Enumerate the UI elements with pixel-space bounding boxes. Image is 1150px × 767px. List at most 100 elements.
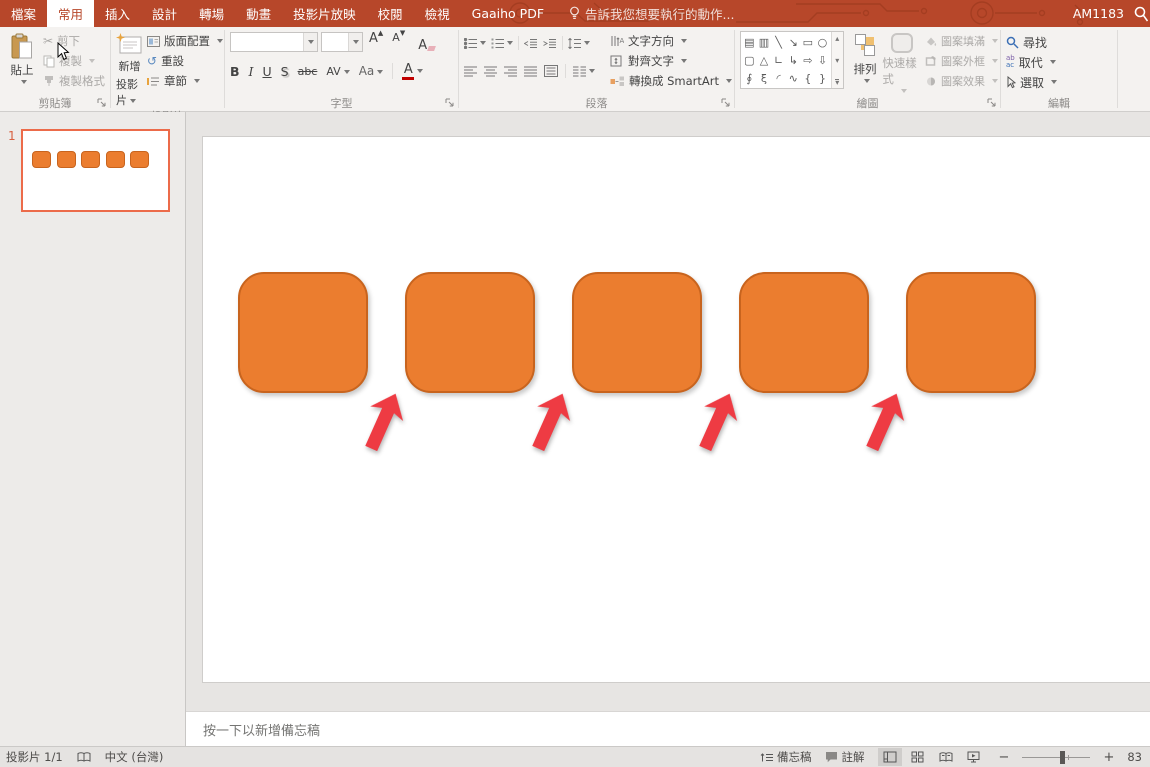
slide-shape-red-arrow[interactable] xyxy=(688,386,746,457)
tab-animations[interactable]: 動畫 xyxy=(235,0,282,27)
slide-indicator[interactable]: 投影片 1/1 xyxy=(6,749,63,765)
new-slide-dropdown[interactable] xyxy=(130,99,136,103)
zoom-slider[interactable] xyxy=(1022,751,1090,764)
align-center-icon[interactable] xyxy=(484,66,497,77)
section-dropdown[interactable] xyxy=(194,79,200,83)
clear-formatting-button[interactable]: A xyxy=(415,31,438,53)
tab-gaaiho-pdf[interactable]: Gaaiho PDF xyxy=(461,0,555,27)
shape-line-icon[interactable]: ╲ xyxy=(775,36,782,49)
slide-shape-red-arrow[interactable] xyxy=(354,386,412,457)
convert-smartart-button[interactable]: 轉換成 SmartArt xyxy=(610,71,732,91)
shape-right-brace-icon[interactable]: } xyxy=(819,72,826,85)
quick-styles-dropdown[interactable] xyxy=(901,89,907,93)
layout-button[interactable]: 版面配置 xyxy=(147,31,223,51)
arrange-button[interactable]: 排列 xyxy=(848,31,883,94)
underline-button[interactable]: U xyxy=(262,64,271,79)
gallery-scroll-down[interactable]: ▾ xyxy=(835,56,839,65)
layout-dropdown[interactable] xyxy=(217,39,223,43)
zoom-in-button[interactable]: + xyxy=(1103,751,1114,764)
char-spacing-button[interactable]: AV xyxy=(326,65,349,78)
align-text-button[interactable]: 對齊文字 xyxy=(610,51,732,71)
font-color-dropdown[interactable] xyxy=(417,69,423,73)
shape-outline-button[interactable]: 圖案外框 xyxy=(925,51,998,71)
shape-oval-icon[interactable]: ○ xyxy=(818,36,828,49)
font-size-combo[interactable] xyxy=(321,32,363,52)
convert-smartart-dropdown[interactable] xyxy=(726,79,732,83)
gallery-scroll-up[interactable]: ▴ xyxy=(835,34,839,43)
shape-triangle-icon[interactable]: △ xyxy=(760,54,768,67)
quick-styles-button[interactable]: 快速樣式 xyxy=(882,31,922,94)
bold-button[interactable]: B xyxy=(230,64,240,79)
decrease-indent-icon[interactable] xyxy=(524,38,538,49)
search-icon[interactable] xyxy=(1134,6,1148,22)
slide-shape-red-arrow[interactable] xyxy=(521,386,579,457)
arrange-dropdown[interactable] xyxy=(864,79,870,83)
font-name-dropdown[interactable] xyxy=(303,33,317,51)
shape-curve-icon[interactable]: ∿ xyxy=(789,72,798,85)
distribute-text-icon[interactable] xyxy=(544,65,558,77)
shape-textbox-icon[interactable]: ▤ xyxy=(744,36,754,49)
copy-button[interactable]: 複製 xyxy=(43,51,105,71)
strikethrough-button[interactable]: abc xyxy=(298,65,318,78)
grow-font-button[interactable]: A▲ xyxy=(366,31,386,53)
comments-button[interactable]: 註解 xyxy=(825,749,865,765)
shape-arrow-line-icon[interactable]: ↘ xyxy=(789,36,798,49)
italic-button[interactable]: I xyxy=(249,64,254,79)
line-spacing-dropdown[interactable] xyxy=(584,41,590,45)
select-dropdown[interactable] xyxy=(1051,80,1057,84)
font-dialog-launcher[interactable] xyxy=(445,98,455,108)
drawing-dialog-launcher[interactable] xyxy=(987,98,997,108)
section-button[interactable]: 章節 xyxy=(147,71,223,91)
reading-view-button[interactable] xyxy=(934,748,958,766)
language-button[interactable]: 中文 (台灣) xyxy=(105,749,164,765)
reset-button[interactable]: ↺ 重設 xyxy=(147,51,223,71)
tab-view[interactable]: 檢視 xyxy=(414,0,461,27)
slide-shape-rounded-square[interactable] xyxy=(906,272,1036,393)
shape-rectangle-icon[interactable]: ▭ xyxy=(803,36,813,49)
notes-toggle-button[interactable]: 備忘稿 xyxy=(760,749,812,765)
shape-down-arrow-icon[interactable]: ⇩ xyxy=(818,54,827,67)
tell-me-box[interactable]: 告訴我您想要執行的動作... xyxy=(569,0,734,27)
slide-shape-rounded-square[interactable] xyxy=(238,272,368,393)
shape-scribble-icon[interactable]: ξ xyxy=(761,72,767,85)
align-left-icon[interactable] xyxy=(464,66,477,77)
numbered-list-dropdown[interactable] xyxy=(507,41,513,45)
text-direction-button[interactable]: A 文字方向 xyxy=(610,31,732,51)
shape-fill-button[interactable]: 圖案填滿 xyxy=(925,31,998,51)
justify-icon[interactable] xyxy=(524,66,537,77)
shape-left-brace-icon[interactable]: { xyxy=(804,72,811,85)
zoom-percentage[interactable]: 83 xyxy=(1127,750,1142,764)
text-direction-dropdown[interactable] xyxy=(681,39,687,43)
normal-view-button[interactable] xyxy=(878,748,902,766)
shape-rounded-rectangle-icon[interactable]: ▢ xyxy=(744,54,754,67)
shape-effects-button[interactable]: 圖案效果 xyxy=(925,71,998,91)
font-size-dropdown[interactable] xyxy=(348,33,362,51)
spellcheck-button[interactable] xyxy=(77,751,91,763)
tab-design[interactable]: 設計 xyxy=(141,0,188,27)
numbered-list-icon[interactable] xyxy=(491,38,505,49)
paste-dropdown[interactable] xyxy=(21,80,27,84)
shrink-font-button[interactable]: A▼ xyxy=(389,31,408,53)
change-case-button[interactable]: Aa xyxy=(359,64,384,78)
change-case-dropdown[interactable] xyxy=(377,70,383,74)
shape-fill-dropdown[interactable] xyxy=(992,39,998,43)
columns-dropdown[interactable] xyxy=(589,69,595,73)
paragraph-dialog-launcher[interactable] xyxy=(721,98,731,108)
line-spacing-icon[interactable] xyxy=(568,38,582,49)
shape-right-arrow-icon[interactable]: ⇨ xyxy=(803,54,812,67)
tab-home[interactable]: 常用 xyxy=(47,0,94,27)
select-button[interactable]: 選取 xyxy=(1006,72,1057,92)
shape-elbow-arrow-icon[interactable]: ↳ xyxy=(789,54,798,67)
tab-slideshow[interactable]: 投影片放映 xyxy=(282,0,367,27)
new-slide-button[interactable]: 新增 投影片 xyxy=(116,31,143,108)
bullet-list-icon[interactable] xyxy=(464,38,478,49)
font-name-input[interactable] xyxy=(231,33,303,51)
slide-shape-red-arrow[interactable] xyxy=(855,386,913,457)
font-name-combo[interactable] xyxy=(230,32,318,52)
slideshow-view-button[interactable] xyxy=(962,748,986,766)
notes-pane[interactable]: 按一下以新增備忘稿 xyxy=(186,711,1150,746)
shape-effects-dropdown[interactable] xyxy=(992,79,998,83)
shape-vertical-textbox-icon[interactable]: ▥ xyxy=(759,36,769,49)
text-shadow-button[interactable]: S xyxy=(281,64,289,79)
find-button[interactable]: 尋找 xyxy=(1006,32,1057,52)
